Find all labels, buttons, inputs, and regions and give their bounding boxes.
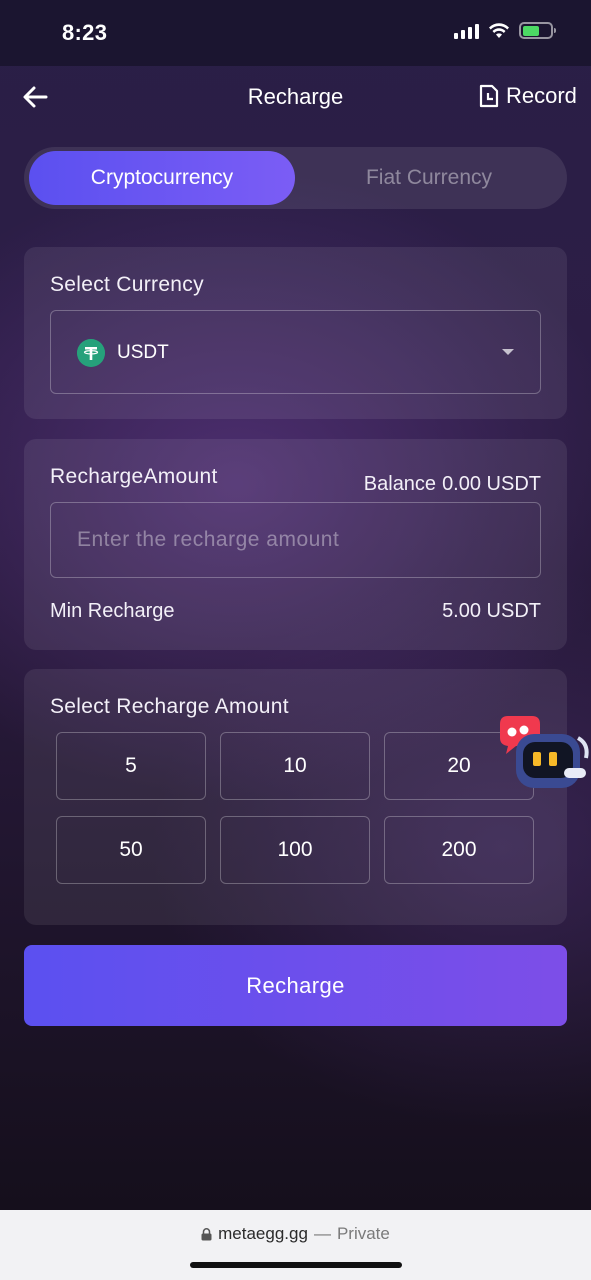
status-icons [454, 22, 556, 39]
status-bar: 8:23 [0, 0, 591, 66]
recharge-amount-input[interactable] [50, 502, 541, 578]
payment-type-tabs: Cryptocurrency Fiat Currency [24, 147, 567, 209]
record-button[interactable]: Record [478, 83, 577, 109]
recharge-screen: 8:23 Recharge Record Cryptocurrency Fiat… [0, 0, 591, 1210]
wifi-icon [489, 23, 509, 38]
tab-cryptocurrency[interactable]: Cryptocurrency [29, 151, 295, 205]
balance-value: 0.00 USDT [442, 473, 541, 495]
dropdown-caret-icon [502, 349, 514, 355]
select-currency-label: Select Currency [50, 273, 204, 296]
recharge-submit-button[interactable]: Recharge [24, 945, 567, 1026]
currency-select[interactable]: USDT [50, 310, 541, 394]
url-display[interactable]: metaegg.gg — Private [0, 1224, 591, 1244]
preset-amount-card: Select Recharge Amount 5 10 20 50 100 20… [24, 669, 567, 925]
min-recharge-value: 5.00 USDT [442, 600, 541, 622]
amount-option-100[interactable]: 100 [220, 816, 370, 884]
cellular-signal-icon [454, 23, 479, 39]
record-label: Record [506, 83, 577, 108]
battery-icon [519, 22, 556, 39]
amount-option-200[interactable]: 200 [384, 816, 534, 884]
record-document-icon [479, 84, 499, 108]
currency-card: Select Currency USDT [24, 247, 567, 419]
home-indicator[interactable] [190, 1262, 402, 1268]
tab-fiat-currency[interactable]: Fiat Currency [296, 151, 562, 205]
min-recharge-label: Min Recharge [50, 600, 175, 622]
amount-option-10[interactable]: 10 [220, 732, 370, 800]
support-chat-robot-icon[interactable] [494, 710, 591, 794]
select-recharge-amount-label: Select Recharge Amount [50, 695, 289, 718]
browser-bottom-bar: metaegg.gg — Private [0, 1210, 591, 1280]
url-separator: — [313, 1224, 331, 1243]
selected-currency: USDT [117, 342, 169, 363]
recharge-amount-label: RechargeAmount [50, 465, 218, 488]
balance-display: Balance 0.00 USDT [364, 473, 541, 496]
amount-option-50[interactable]: 50 [56, 816, 206, 884]
browsing-mode: Private [336, 1224, 390, 1243]
amount-option-5[interactable]: 5 [56, 732, 206, 800]
status-time: 8:23 [62, 20, 108, 45]
recharge-amount-card: RechargeAmount Balance 0.00 USDT Min Rec… [24, 439, 567, 650]
tether-icon [77, 339, 105, 367]
balance-label: Balance [363, 473, 437, 495]
lock-icon [201, 1227, 212, 1240]
url-domain: metaegg.gg [218, 1224, 308, 1243]
top-nav: Recharge Record [0, 66, 591, 128]
